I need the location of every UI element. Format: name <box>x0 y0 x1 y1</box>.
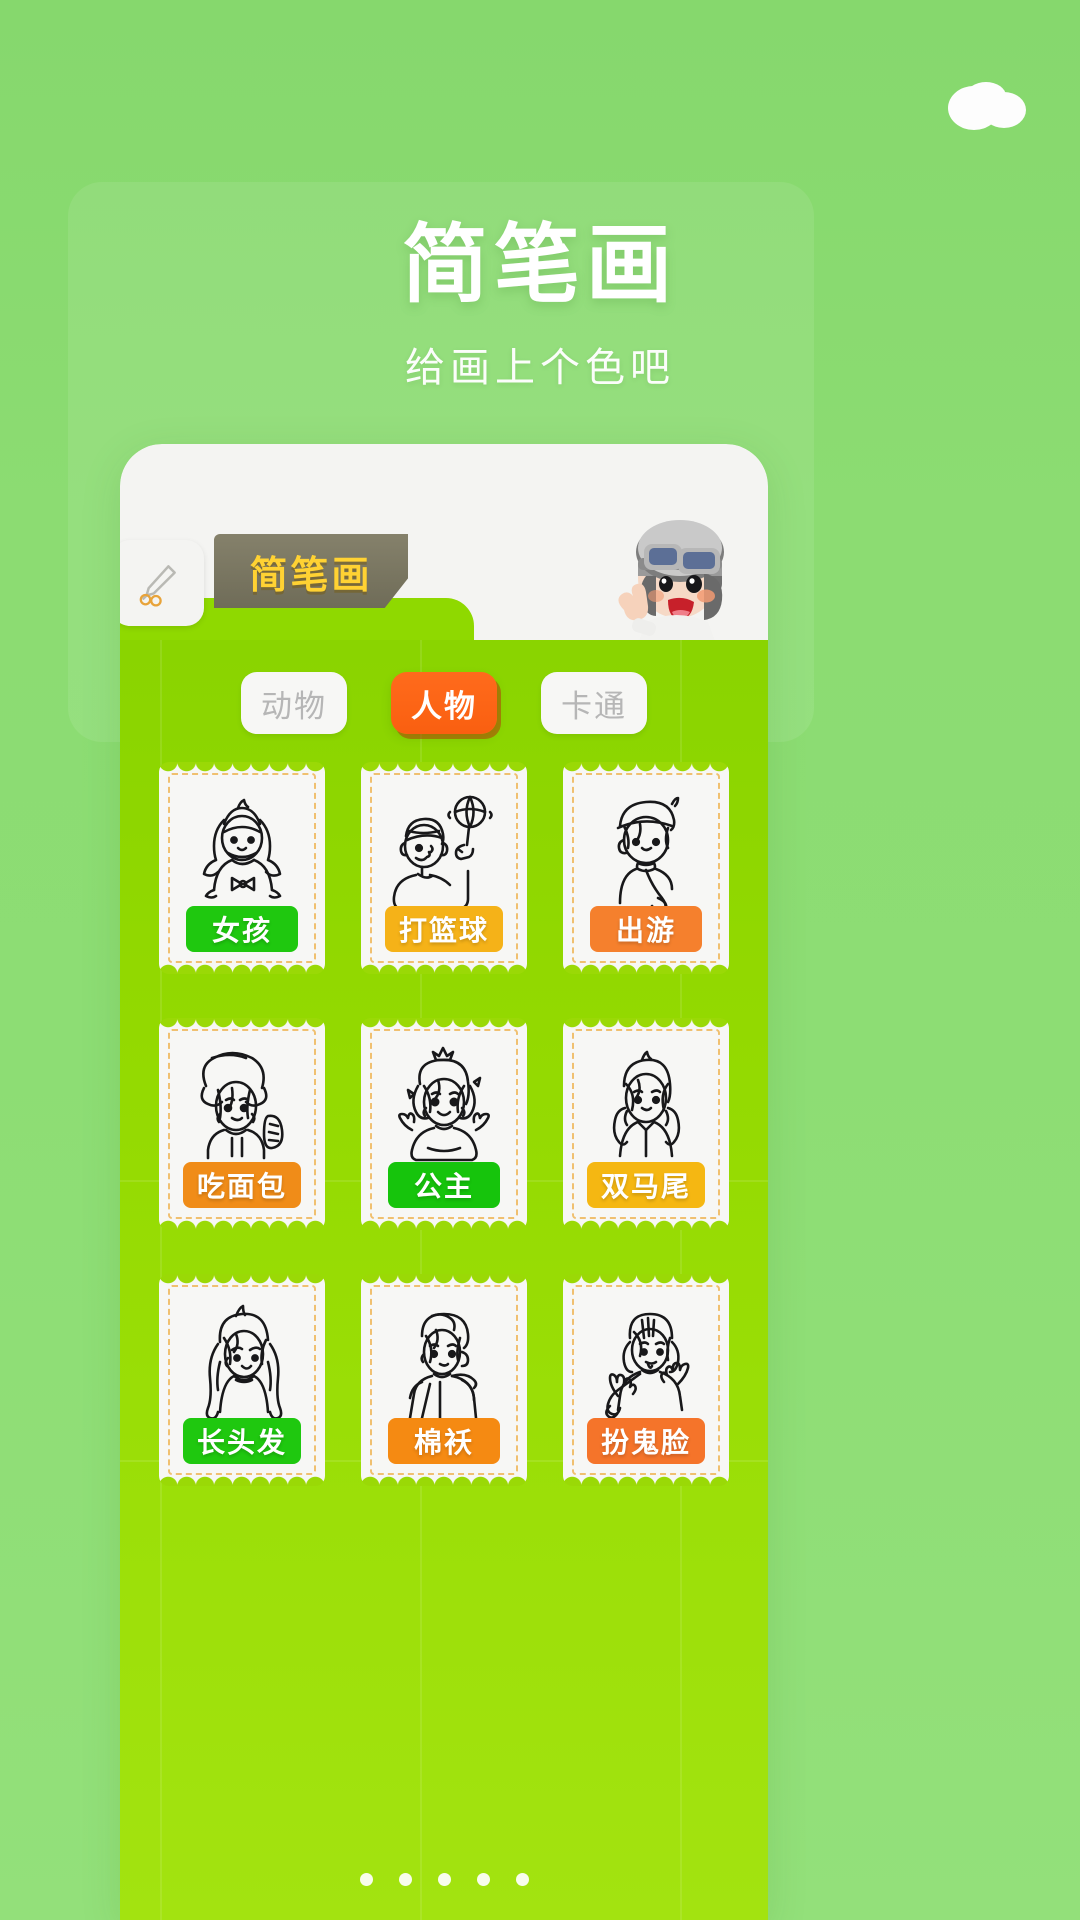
pilot-kid-mascot-icon <box>594 492 744 644</box>
princess-crown-icon <box>378 1046 510 1170</box>
pagination-dot[interactable] <box>398 1873 412 1886</box>
tab-people[interactable]: 人物 <box>391 672 497 734</box>
card-scallop-top <box>563 1274 729 1284</box>
card-scallop-bottom <box>159 964 325 974</box>
card-scallop-bottom <box>159 1476 325 1486</box>
card-scallop-top <box>361 762 527 772</box>
card-scallop-top <box>563 762 729 772</box>
page-title: 简笔画 <box>402 217 678 313</box>
card-scallop-bottom <box>361 964 527 974</box>
page-subtitle: 给画上个色吧 <box>405 346 675 390</box>
girl-long-hair-icon <box>176 1302 308 1426</box>
pagination-dots <box>120 1873 768 1886</box>
card-label: 女孩 <box>186 906 298 952</box>
drawing-card-grid: 女孩 打篮球 出游 吃面包 公主 双马尾 长头发 棉袄 扮鬼脸 <box>120 762 768 1486</box>
girl-bowtie-icon <box>176 790 308 914</box>
card-scallop-top <box>361 1274 527 1284</box>
drawing-card[interactable]: 吃面包 <box>159 1018 325 1230</box>
card-label: 吃面包 <box>182 1162 301 1208</box>
app-preview-mock: 简笔画 动物 人物 卡通 女孩 打篮球 出游 吃面包 公主 双马尾 长头发 棉袄… <box>120 444 768 1920</box>
card-label: 扮鬼脸 <box>586 1418 705 1464</box>
app-body: 动物 人物 卡通 女孩 打篮球 出游 吃面包 公主 双马尾 长头发 棉袄 扮鬼脸 <box>120 640 768 1920</box>
card-label: 双马尾 <box>586 1162 705 1208</box>
app-ribbon-title: 简笔画 <box>214 534 408 608</box>
card-label: 长头发 <box>182 1418 301 1464</box>
pagination-dot[interactable] <box>476 1873 490 1886</box>
cloud-puff <box>966 82 1006 110</box>
girl-beret-scarf-icon <box>580 790 712 914</box>
card-scallop-bottom <box>563 1220 729 1230</box>
cloud-decoration <box>948 82 1030 130</box>
card-scallop-bottom <box>361 1476 527 1486</box>
card-scallop-top <box>563 1018 729 1028</box>
paint-brush-icon[interactable] <box>120 540 204 626</box>
girl-eating-bread-icon <box>176 1046 308 1170</box>
card-scallop-top <box>361 1018 527 1028</box>
girl-twintails-icon <box>580 1046 712 1170</box>
drawing-card[interactable]: 女孩 <box>159 762 325 974</box>
tab-label: 动物 <box>261 688 327 724</box>
drawing-card[interactable]: 打篮球 <box>361 762 527 974</box>
tab-label: 卡通 <box>561 688 627 724</box>
category-tabs: 动物 人物 卡通 <box>120 672 768 734</box>
card-scallop-top <box>159 1274 325 1284</box>
card-scallop-bottom <box>563 1476 729 1486</box>
card-label: 棉袄 <box>388 1418 500 1464</box>
tab-animals[interactable]: 动物 <box>241 672 347 734</box>
card-label: 出游 <box>590 906 702 952</box>
drawing-card[interactable]: 出游 <box>563 762 729 974</box>
drawing-card[interactable]: 双马尾 <box>563 1018 729 1230</box>
card-label: 打篮球 <box>384 906 503 952</box>
tab-cartoon[interactable]: 卡通 <box>541 672 647 734</box>
card-scallop-top <box>159 1018 325 1028</box>
drawing-card[interactable]: 扮鬼脸 <box>563 1274 729 1486</box>
card-scallop-bottom <box>159 1220 325 1230</box>
card-scallop-top <box>159 762 325 772</box>
boy-basketball-icon <box>378 790 510 914</box>
pagination-dot[interactable] <box>359 1873 373 1886</box>
card-label: 公主 <box>388 1162 500 1208</box>
card-scallop-bottom <box>361 1220 527 1230</box>
pagination-dot[interactable] <box>437 1873 451 1886</box>
drawing-card[interactable]: 长头发 <box>159 1274 325 1486</box>
tab-label: 人物 <box>411 688 477 724</box>
drawing-card[interactable]: 公主 <box>361 1018 527 1230</box>
pagination-dot[interactable] <box>515 1873 529 1886</box>
girl-padded-coat-icon <box>378 1302 510 1426</box>
girl-funny-face-icon <box>580 1302 712 1426</box>
drawing-card[interactable]: 棉袄 <box>361 1274 527 1486</box>
card-scallop-bottom <box>563 964 729 974</box>
